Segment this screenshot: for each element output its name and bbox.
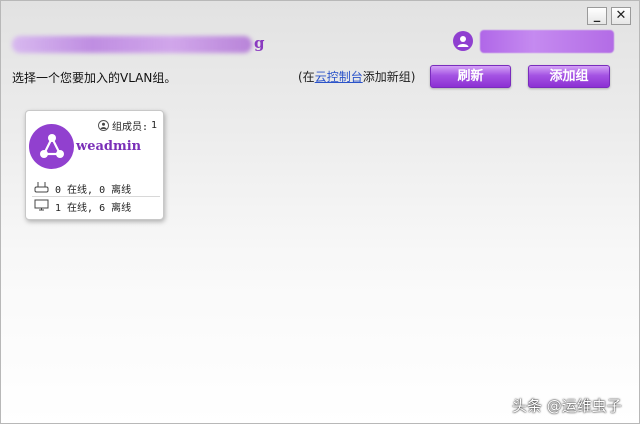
group-card[interactable]: 组成员: 1 weadmin 0 在线, 0 离线 1 在线, 6 离线 (25, 110, 164, 220)
user-account-field-redacted[interactable] (480, 30, 614, 53)
hint-prefix: (在 (298, 70, 315, 84)
account-name-redacted (12, 36, 252, 53)
group-members: 组成员: 1 (98, 118, 157, 133)
members-label: 组成员: (112, 122, 149, 133)
add-group-button[interactable]: 添加组 (528, 65, 610, 88)
group-name: weadmin (76, 139, 142, 154)
router-status-row: 0 在线, 0 离线 (34, 181, 131, 196)
card-divider (32, 196, 160, 197)
add-group-hint: (在云控制台添加新组) (298, 68, 415, 85)
device-status-row: 1 在线, 6 离线 (34, 199, 131, 214)
router-status-text: 0 在线, 0 离线 (55, 185, 132, 196)
members-count: 1 (151, 120, 158, 131)
close-button[interactable]: ✕ (611, 7, 631, 25)
select-group-prompt: 选择一个您要加入的VLAN组。 (12, 71, 177, 85)
monitor-icon (34, 199, 49, 214)
router-icon (34, 181, 49, 196)
account-name-tail: g (254, 34, 265, 52)
watermark: 头条 @运维虫子 (512, 397, 622, 415)
hint-suffix: 添加新组) (362, 70, 416, 84)
user-circle-icon (453, 31, 473, 51)
device-status-text: 1 在线, 6 离线 (55, 203, 132, 214)
refresh-button[interactable]: 刷新 (430, 65, 511, 88)
minimize-button[interactable]: _ (587, 7, 607, 25)
network-share-icon (29, 124, 74, 169)
member-icon (98, 120, 109, 131)
cloud-console-link[interactable]: 云控制台 (315, 70, 363, 84)
